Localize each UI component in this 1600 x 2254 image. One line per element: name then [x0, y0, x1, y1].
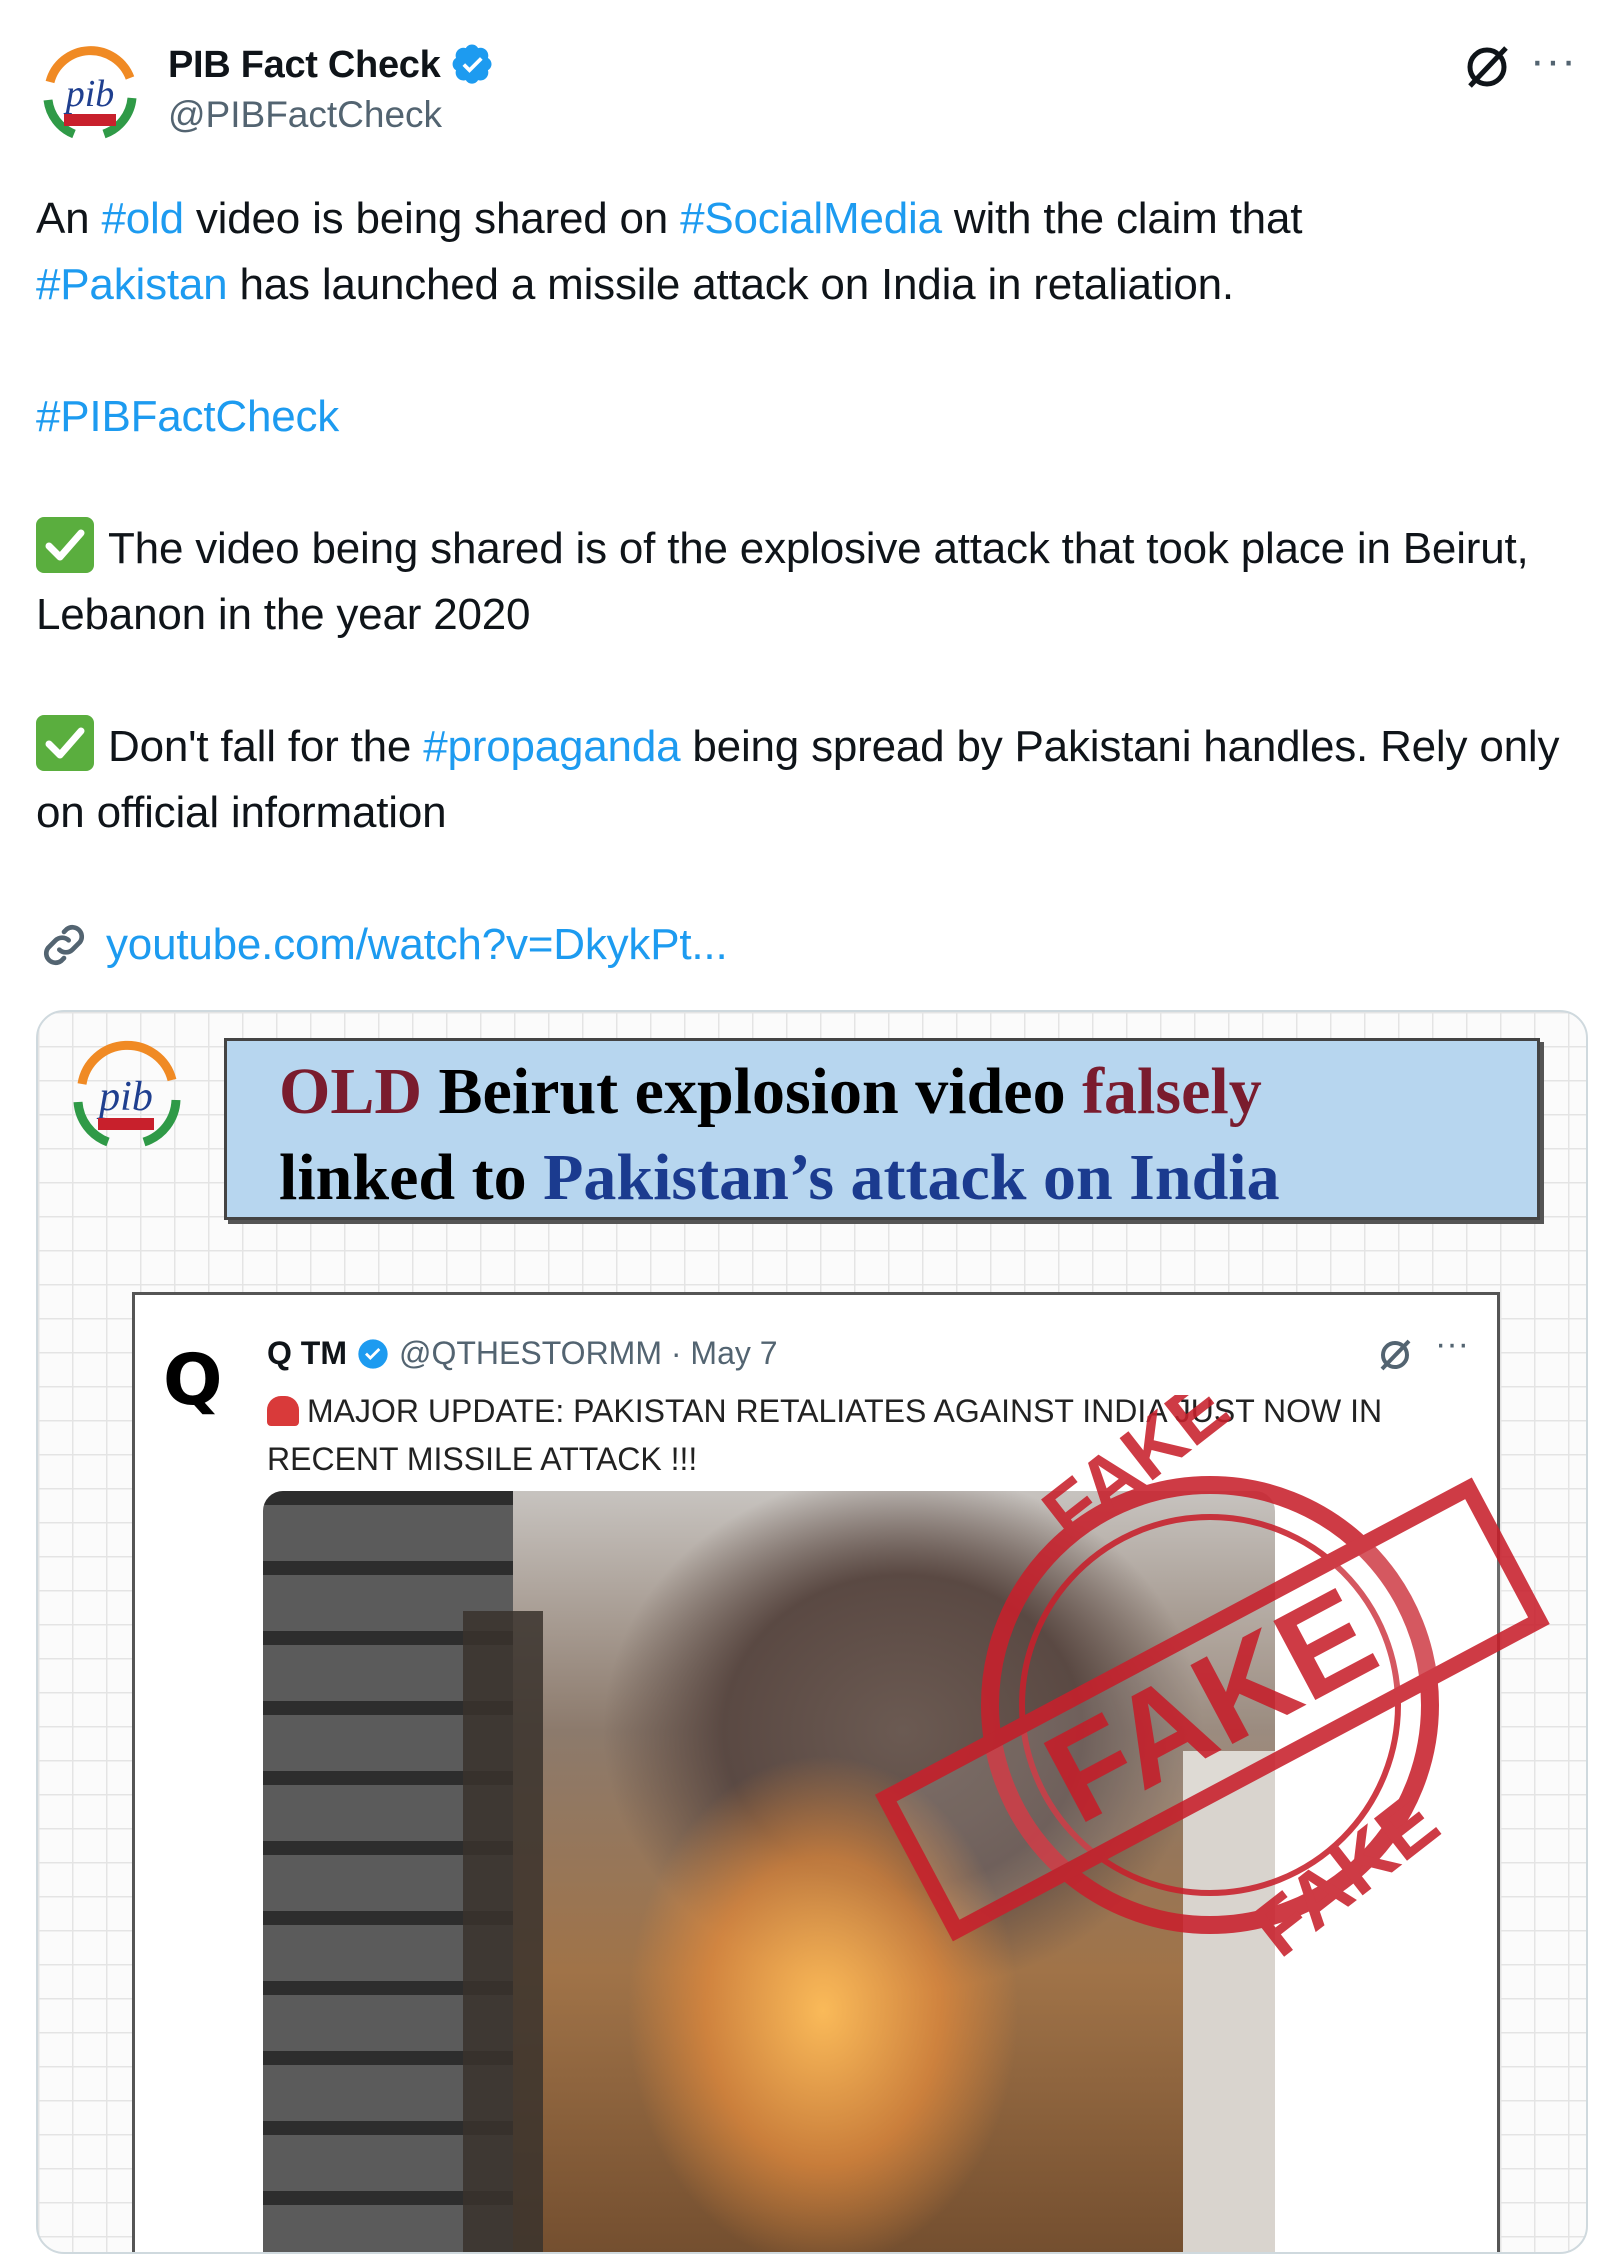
q-avatar-icon: Q — [163, 1339, 223, 1421]
tweet-text: An #old video is being shared on #Social… — [36, 186, 1576, 978]
fact-check-headline: OLD Beirut explosion video falsely linke… — [224, 1038, 1540, 1220]
svg-text:FAKE: FAKE — [1236, 1776, 1454, 1973]
link-icon — [44, 925, 84, 965]
grok-icon — [1380, 1339, 1411, 1371]
hashtag-propaganda[interactable]: #propaganda — [423, 722, 680, 771]
pib-logo-icon: pib — [73, 1040, 181, 1147]
svg-text:FAKE: FAKE — [1023, 1559, 1398, 1851]
account-handle[interactable]: @PIBFactCheck — [168, 94, 442, 136]
verified-badge-icon — [358, 1338, 388, 1369]
hashtag-pibfactcheck[interactable]: #PIBFactCheck — [36, 392, 339, 441]
display-name[interactable]: PIB Fact Check — [168, 44, 441, 87]
siren-icon — [267, 1396, 299, 1426]
svg-text:pib: pib — [96, 1074, 153, 1120]
fact-point-2: Don't fall for the #propaganda being spr… — [36, 714, 1576, 846]
link-row: youtube.com/watch?v=DkykPt... — [36, 912, 1576, 978]
author-row: PIB Fact Check — [168, 40, 494, 90]
youtube-link[interactable]: youtube.com/watch?v=DkykPt... — [106, 912, 728, 978]
avatar[interactable]: pib — [34, 38, 146, 150]
more-options-icon[interactable]: ··· — [1530, 36, 1577, 86]
check-mark-icon — [36, 715, 94, 771]
check-mark-icon — [36, 517, 94, 573]
tweet-line-1: An #old video is being shared on #Social… — [36, 194, 1303, 243]
verified-badge-icon — [453, 44, 492, 84]
hashtag-old[interactable]: #old — [101, 194, 184, 243]
fact-point-1: The video being shared is of the explosi… — [36, 516, 1576, 648]
svg-text:pib: pib — [63, 73, 115, 115]
hashtag-socialmedia[interactable]: #SocialMedia — [680, 194, 942, 243]
more-options-icon: ··· — [1435, 1325, 1469, 1363]
fake-stamp: FAKE FAKE FAKE — [874, 1395, 1550, 1973]
hashtag-pakistan[interactable]: #Pakistan — [36, 260, 228, 309]
grok-icon[interactable] — [1460, 40, 1514, 94]
quoted-author-row: Q TM @QTHESTORMM · May 7 — [267, 1335, 778, 1371]
pib-logo-icon: pib — [36, 40, 144, 148]
tweet-line-2: #Pakistan has launched a missile attack … — [36, 260, 1234, 309]
